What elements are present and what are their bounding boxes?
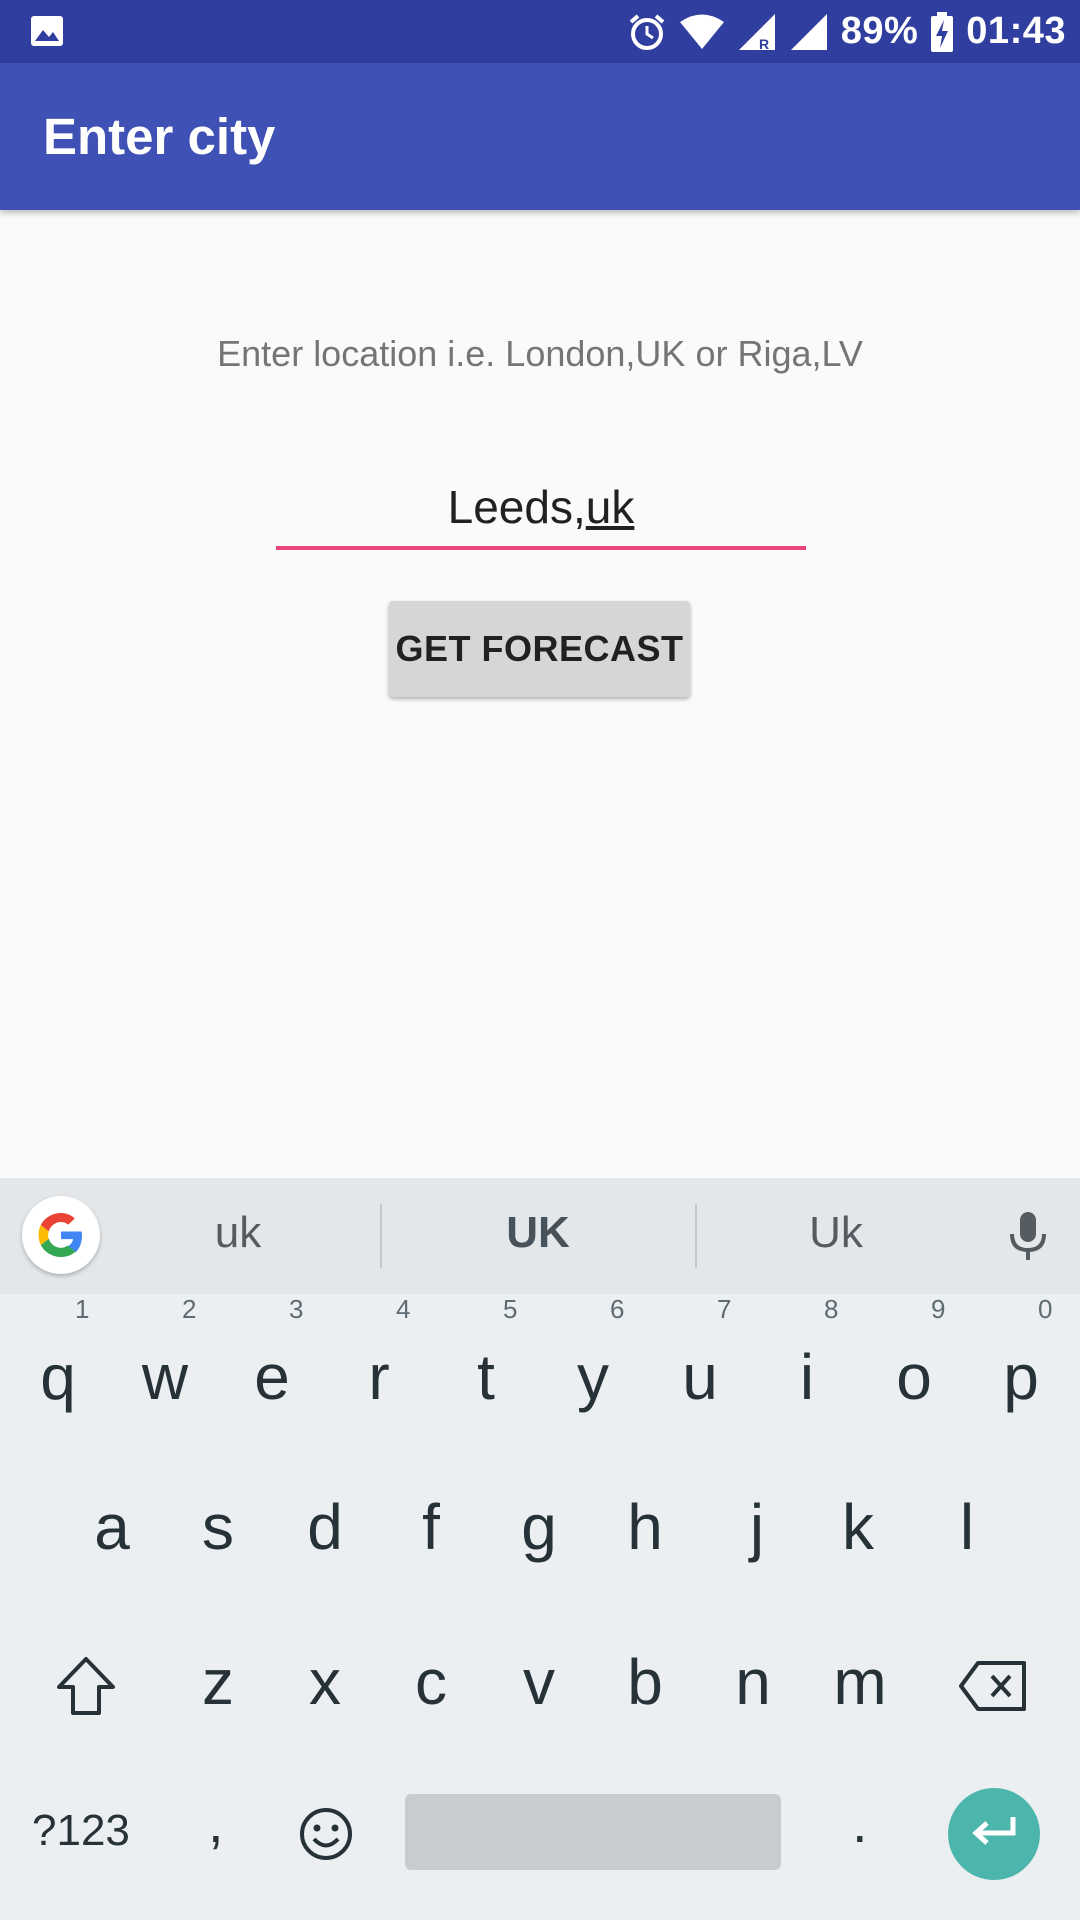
key-i-number: 8 (824, 1294, 839, 1324)
key-q-number: 1 (75, 1294, 90, 1324)
location-hint: Enter location i.e. London,UK or Riga,LV (217, 333, 863, 374)
suggestion-strip: uk UK Uk (0, 1178, 1080, 1294)
key-e-number: 3 (289, 1294, 304, 1324)
enter-button[interactable] (948, 1788, 1040, 1880)
key-x[interactable]: x (280, 1645, 370, 1719)
key-p[interactable]: 0p (976, 1294, 1066, 1414)
key-f[interactable]: f (386, 1490, 476, 1564)
google-icon[interactable] (22, 1196, 100, 1274)
app-bar: Enter city (0, 63, 1080, 210)
key-a[interactable]: a (67, 1490, 157, 1564)
suggestion-1[interactable]: uk (178, 1208, 298, 1258)
city-input-value[interactable]: Leeds,uk (276, 480, 806, 534)
key-w[interactable]: 2w (120, 1294, 210, 1414)
status-bar: R 89% 01:43 (0, 0, 1080, 63)
key-k[interactable]: k (813, 1490, 903, 1564)
key-r-number: 4 (396, 1294, 411, 1324)
key-q-label: q (40, 1341, 76, 1413)
key-o-label: o (896, 1341, 932, 1413)
battery-charging-icon (930, 11, 954, 52)
microphone-icon[interactable] (1008, 1210, 1048, 1267)
clock: 01:43 (966, 10, 1066, 52)
key-o[interactable]: 9o (869, 1294, 959, 1414)
suggestion-2[interactable]: UK (478, 1208, 598, 1258)
backspace-icon[interactable] (958, 1660, 1028, 1717)
key-o-number: 9 (931, 1294, 946, 1324)
key-s[interactable]: s (173, 1490, 263, 1564)
key-u-number: 7 (717, 1294, 732, 1324)
get-forecast-button[interactable]: GET FORECAST (389, 601, 690, 697)
key-t[interactable]: 5t (441, 1294, 531, 1414)
page-title: Enter city (43, 108, 276, 165)
alarm-icon (627, 12, 667, 52)
suggestion-divider (695, 1204, 697, 1268)
emoji-icon[interactable] (298, 1806, 354, 1867)
key-l[interactable]: l (922, 1490, 1012, 1564)
key-d[interactable]: d (280, 1490, 370, 1564)
key-u[interactable]: 7u (655, 1294, 745, 1414)
space-bar[interactable] (405, 1794, 781, 1870)
symbols-key[interactable]: ?123 (32, 1806, 130, 1856)
key-p-label: p (1003, 1341, 1039, 1413)
enter-icon (971, 1815, 1017, 1854)
key-t-number: 5 (503, 1294, 518, 1324)
suggestion-3[interactable]: Uk (776, 1208, 896, 1258)
key-t-label: t (477, 1341, 495, 1413)
key-b[interactable]: b (600, 1645, 690, 1719)
composing-text: uk (585, 481, 635, 533)
key-r[interactable]: 4r (334, 1294, 424, 1414)
key-z[interactable]: z (173, 1645, 263, 1719)
wifi-icon (679, 13, 725, 51)
key-n[interactable]: n (708, 1645, 798, 1719)
input-text: Leeds, (447, 481, 586, 533)
key-e[interactable]: 3e (227, 1294, 317, 1414)
key-h[interactable]: h (600, 1490, 690, 1564)
key-g[interactable]: g (494, 1490, 584, 1564)
cell-signal-icon (789, 12, 829, 52)
key-y-number: 6 (610, 1294, 625, 1324)
key-w-label: w (141, 1341, 189, 1413)
key-q[interactable]: 1q (13, 1294, 103, 1414)
image-icon (30, 15, 64, 47)
suggestion-divider (380, 1204, 382, 1268)
key-i-label: i (799, 1341, 815, 1413)
cell-signal-roaming-icon: R (737, 12, 777, 52)
key-u-label: u (682, 1341, 718, 1413)
key-w-number: 2 (182, 1294, 197, 1324)
shift-icon[interactable] (55, 1655, 117, 1722)
comma-key[interactable]: , (208, 1790, 224, 1855)
key-i[interactable]: 8i (762, 1294, 852, 1414)
key-v[interactable]: v (494, 1645, 584, 1719)
city-input[interactable]: Leeds,uk (276, 470, 806, 550)
key-y-label: y (577, 1341, 609, 1413)
key-r-label: r (368, 1341, 390, 1413)
key-j[interactable]: j (712, 1490, 802, 1564)
key-e-label: e (254, 1341, 290, 1413)
key-p-number: 0 (1038, 1294, 1053, 1324)
svg-text:R: R (759, 36, 769, 52)
period-key[interactable]: . (852, 1790, 868, 1855)
key-y[interactable]: 6y (548, 1294, 638, 1414)
battery-percent: 89% (840, 10, 919, 52)
key-m[interactable]: m (815, 1645, 905, 1719)
key-c[interactable]: c (386, 1645, 476, 1719)
